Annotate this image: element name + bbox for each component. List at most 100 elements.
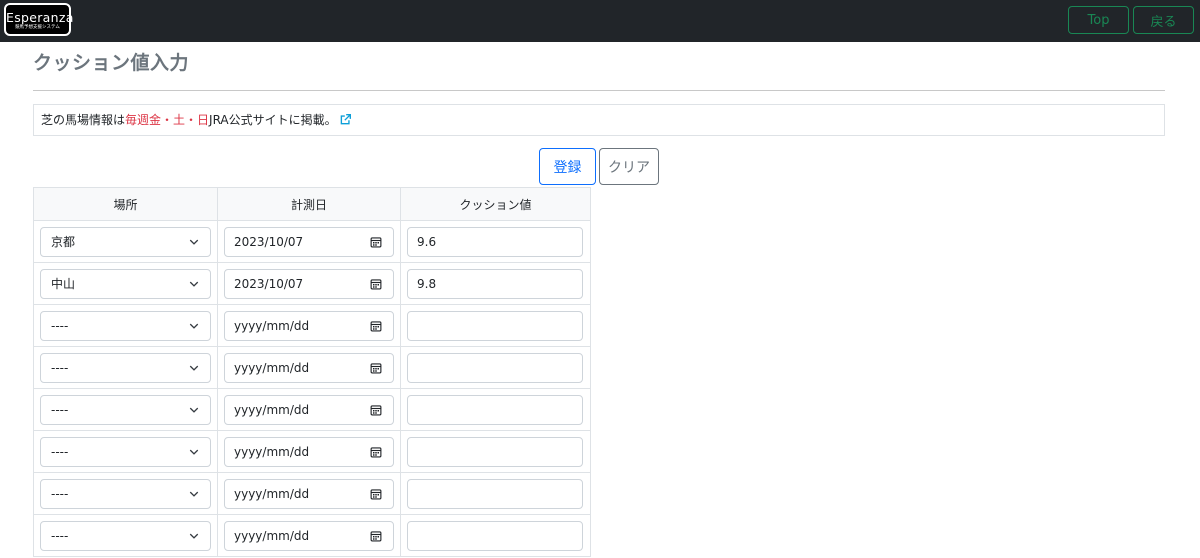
date-input[interactable]: yyyy/mm/dd [224, 310, 394, 341]
table-row: 中山 2023/10/07 9.8 [33, 262, 591, 305]
date-cell: yyyy/mm/dd [217, 514, 401, 557]
place-select[interactable]: ---- [40, 520, 211, 551]
top-button[interactable]: Top [1068, 6, 1129, 34]
place-select[interactable]: ---- [40, 352, 211, 383]
cushion-value-input[interactable]: 9.6 [407, 226, 583, 257]
calendar-icon[interactable] [370, 404, 382, 416]
cushion-value-input[interactable] [407, 310, 583, 341]
calendar-icon[interactable] [370, 278, 382, 290]
cushion-value-input[interactable] [407, 352, 583, 383]
date-cell: yyyy/mm/dd [217, 388, 401, 431]
calendar-icon[interactable] [370, 362, 382, 374]
place-cell: ---- [33, 388, 218, 431]
date-input[interactable]: yyyy/mm/dd [224, 478, 394, 509]
info-highlight-days: 毎週金・土・日 [125, 113, 210, 127]
table-row: 京都 2023/10/07 9.6 [33, 220, 591, 263]
place-select-value: ---- [51, 486, 69, 501]
date-input-value: yyyy/mm/dd [234, 360, 310, 375]
date-input-value: 2023/10/07 [234, 234, 304, 249]
place-select-value: ---- [51, 444, 69, 459]
place-select-value: ---- [51, 360, 69, 375]
place-select[interactable]: ---- [40, 310, 211, 341]
chevron-down-icon [189, 323, 199, 329]
date-input-value: yyyy/mm/dd [234, 318, 310, 333]
date-cell: yyyy/mm/dd [217, 472, 401, 515]
calendar-icon[interactable] [370, 446, 382, 458]
date-cell: 2023/10/07 [217, 220, 401, 263]
place-cell: 京都 [33, 220, 218, 263]
place-cell: ---- [33, 304, 218, 347]
table-body: 京都 2023/10/07 9.6 中山 2023/10/07 9.8 ----… [33, 220, 591, 557]
info-banner: 芝の馬場情報は毎週金・土・日JRA公式サイトに掲載。 [33, 104, 1165, 136]
place-cell: ---- [33, 514, 218, 557]
place-select-value: 中山 [51, 276, 76, 291]
table-header-row: 場所 計測日 クッション値 [33, 187, 591, 221]
calendar-icon[interactable] [370, 530, 382, 542]
place-cell: ---- [33, 430, 218, 473]
back-button[interactable]: 戻る [1133, 6, 1194, 34]
cushion-value-cell: 9.6 [400, 220, 591, 263]
cushion-value-input[interactable] [407, 436, 583, 467]
chevron-down-icon [189, 365, 199, 371]
cushion-value-cell [400, 388, 591, 431]
cushion-value-input[interactable]: 9.8 [407, 268, 583, 299]
date-input[interactable]: 2023/10/07 [224, 226, 394, 257]
logo-subtext: 競馬予想支援システム [15, 25, 60, 30]
page-title: クッション値入力 [33, 52, 190, 74]
date-input[interactable]: yyyy/mm/dd [224, 436, 394, 467]
chevron-down-icon [189, 533, 199, 539]
place-select[interactable]: 京都 [40, 226, 211, 257]
chevron-down-icon [189, 239, 199, 245]
date-input[interactable]: yyyy/mm/dd [224, 352, 394, 383]
cushion-value-cell [400, 472, 591, 515]
clear-button[interactable]: クリア [599, 148, 659, 185]
date-cell: 2023/10/07 [217, 262, 401, 305]
date-input[interactable]: yyyy/mm/dd [224, 394, 394, 425]
date-input[interactable]: yyyy/mm/dd [224, 520, 394, 551]
place-select-value: ---- [51, 318, 69, 333]
place-select[interactable]: ---- [40, 478, 211, 509]
place-select-value: ---- [51, 528, 69, 543]
place-cell: ---- [33, 472, 218, 515]
esperanza-logo[interactable]: Esperanza 競馬予想支援システム [4, 3, 74, 36]
calendar-icon[interactable] [370, 236, 382, 248]
header-place: 場所 [33, 187, 218, 221]
date-cell: yyyy/mm/dd [217, 304, 401, 347]
cushion-value-input[interactable] [407, 478, 583, 509]
cushion-value-input[interactable] [407, 394, 583, 425]
logo-text: Esperanza [6, 10, 74, 25]
table-row: ---- yyyy/mm/dd [33, 304, 591, 347]
cushion-value-cell [400, 346, 591, 389]
calendar-icon[interactable] [370, 488, 382, 500]
place-cell: 中山 [33, 262, 218, 305]
date-input-value: yyyy/mm/dd [234, 444, 310, 459]
date-cell: yyyy/mm/dd [217, 430, 401, 473]
date-input-value: 2023/10/07 [234, 276, 304, 291]
external-link-icon[interactable] [340, 113, 351, 125]
date-input-value: yyyy/mm/dd [234, 402, 310, 417]
table-row: ---- yyyy/mm/dd [33, 388, 591, 431]
cushion-value-cell [400, 430, 591, 473]
header-cushion-value: クッション値 [400, 187, 591, 221]
chevron-down-icon [189, 407, 199, 413]
place-select[interactable]: ---- [40, 436, 211, 467]
top-navbar: Esperanza 競馬予想支援システム Top 戻る [0, 0, 1200, 42]
header-date: 計測日 [217, 187, 401, 221]
place-select-value: 京都 [51, 234, 76, 249]
chevron-down-icon [189, 449, 199, 455]
table-row: ---- yyyy/mm/dd [33, 430, 591, 473]
date-input-value: yyyy/mm/dd [234, 528, 310, 543]
place-select[interactable]: 中山 [40, 268, 211, 299]
calendar-icon[interactable] [370, 320, 382, 332]
cushion-value-input[interactable] [407, 520, 583, 551]
place-select[interactable]: ---- [40, 394, 211, 425]
place-cell: ---- [33, 346, 218, 389]
table-row: ---- yyyy/mm/dd [33, 514, 591, 557]
date-input[interactable]: 2023/10/07 [224, 268, 394, 299]
date-input-value: yyyy/mm/dd [234, 486, 310, 501]
register-button[interactable]: 登録 [539, 148, 596, 185]
info-prefix: 芝の馬場情報は [41, 113, 126, 127]
chevron-down-icon [189, 281, 199, 287]
table-row: ---- yyyy/mm/dd [33, 472, 591, 515]
date-cell: yyyy/mm/dd [217, 346, 401, 389]
